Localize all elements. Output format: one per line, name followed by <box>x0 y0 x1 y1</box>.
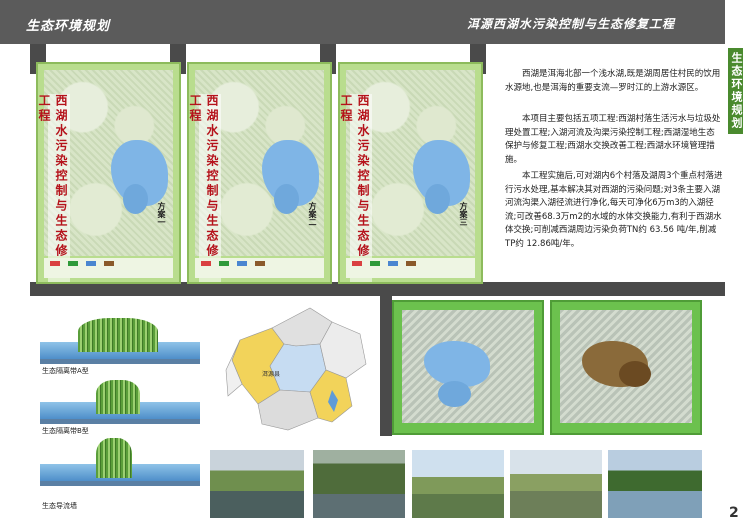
photo-wetland-4 <box>510 450 602 518</box>
dark-bar <box>506 282 725 296</box>
map-tag: 方案二 <box>308 202 317 226</box>
lake-shape <box>438 380 471 407</box>
side-top <box>725 0 745 44</box>
page-number: 2 <box>729 505 739 521</box>
photo-wetland-2 <box>313 450 405 518</box>
map-title: 西湖水污染控制与生态修复工程 <box>340 94 372 282</box>
map-tag: 方案三 <box>459 202 468 226</box>
photo-wetland-5 <box>608 450 702 518</box>
dark-block <box>380 296 392 436</box>
plan-map-2 <box>550 300 702 435</box>
plan-map-1 <box>392 300 544 435</box>
map-legend <box>195 258 324 278</box>
header-right-title: 洱源西湖水污染控制与生态修复工程 <box>466 17 675 31</box>
lake-shape <box>618 360 652 388</box>
dark-bar <box>30 282 506 296</box>
map-panel-2: 西湖水污染控制与生态修复工程 方案二 <box>187 62 332 284</box>
text-paragraph-3: 本工程实施后,可对湖内6个村落及湖周3个重点村落进行污水处理,基本解决其对西湖的… <box>505 171 723 249</box>
diagram-label: 生态隔离带A型 <box>42 367 89 375</box>
text-paragraph-1: 西湖是洱海北部一个浅水湖,既是湖周居住村民的饮用水源地,也是洱海的重要支流—罗时… <box>505 69 721 93</box>
photo-wetland-3 <box>412 450 504 518</box>
side-vertical-title: 生态环境规划 <box>728 48 743 134</box>
map-panel-1: 西湖水污染控制与生态修复工程 方案一 <box>36 62 181 284</box>
lake-shape <box>273 183 299 215</box>
map-tag: 方案一 <box>157 202 166 226</box>
diagram-column: 生态隔离带A型 生态隔离带B型 生态导流墙 <box>0 296 215 525</box>
header-left-title: 生态环境规划 <box>26 19 111 34</box>
photo-wetland-1 <box>210 450 304 518</box>
lake-shape <box>424 183 450 215</box>
regional-map: 洱源县 <box>222 300 377 438</box>
diagram-label: 生态导流墙 <box>42 502 77 510</box>
diagram-label: 生态隔离带B型 <box>42 427 89 435</box>
map-legend <box>346 258 475 278</box>
map-title: 西湖水污染控制与生态修复工程 <box>38 94 70 282</box>
map-title: 西湖水污染控制与生态修复工程 <box>189 94 221 282</box>
reed-cluster <box>96 438 132 478</box>
map-panel-3: 西湖水污染控制与生态修复工程 方案三 <box>338 62 483 284</box>
map-legend <box>44 258 173 278</box>
svg-text:洱源县: 洱源县 <box>262 370 280 378</box>
reed-cluster <box>78 318 158 352</box>
lake-shape <box>122 183 148 215</box>
reed-cluster <box>96 380 140 414</box>
text-paragraph-2: 本项目主要包括五项工程:西湖村落生活污水与垃圾处理处置工程;入湖河流及沟渠污染控… <box>505 114 721 165</box>
